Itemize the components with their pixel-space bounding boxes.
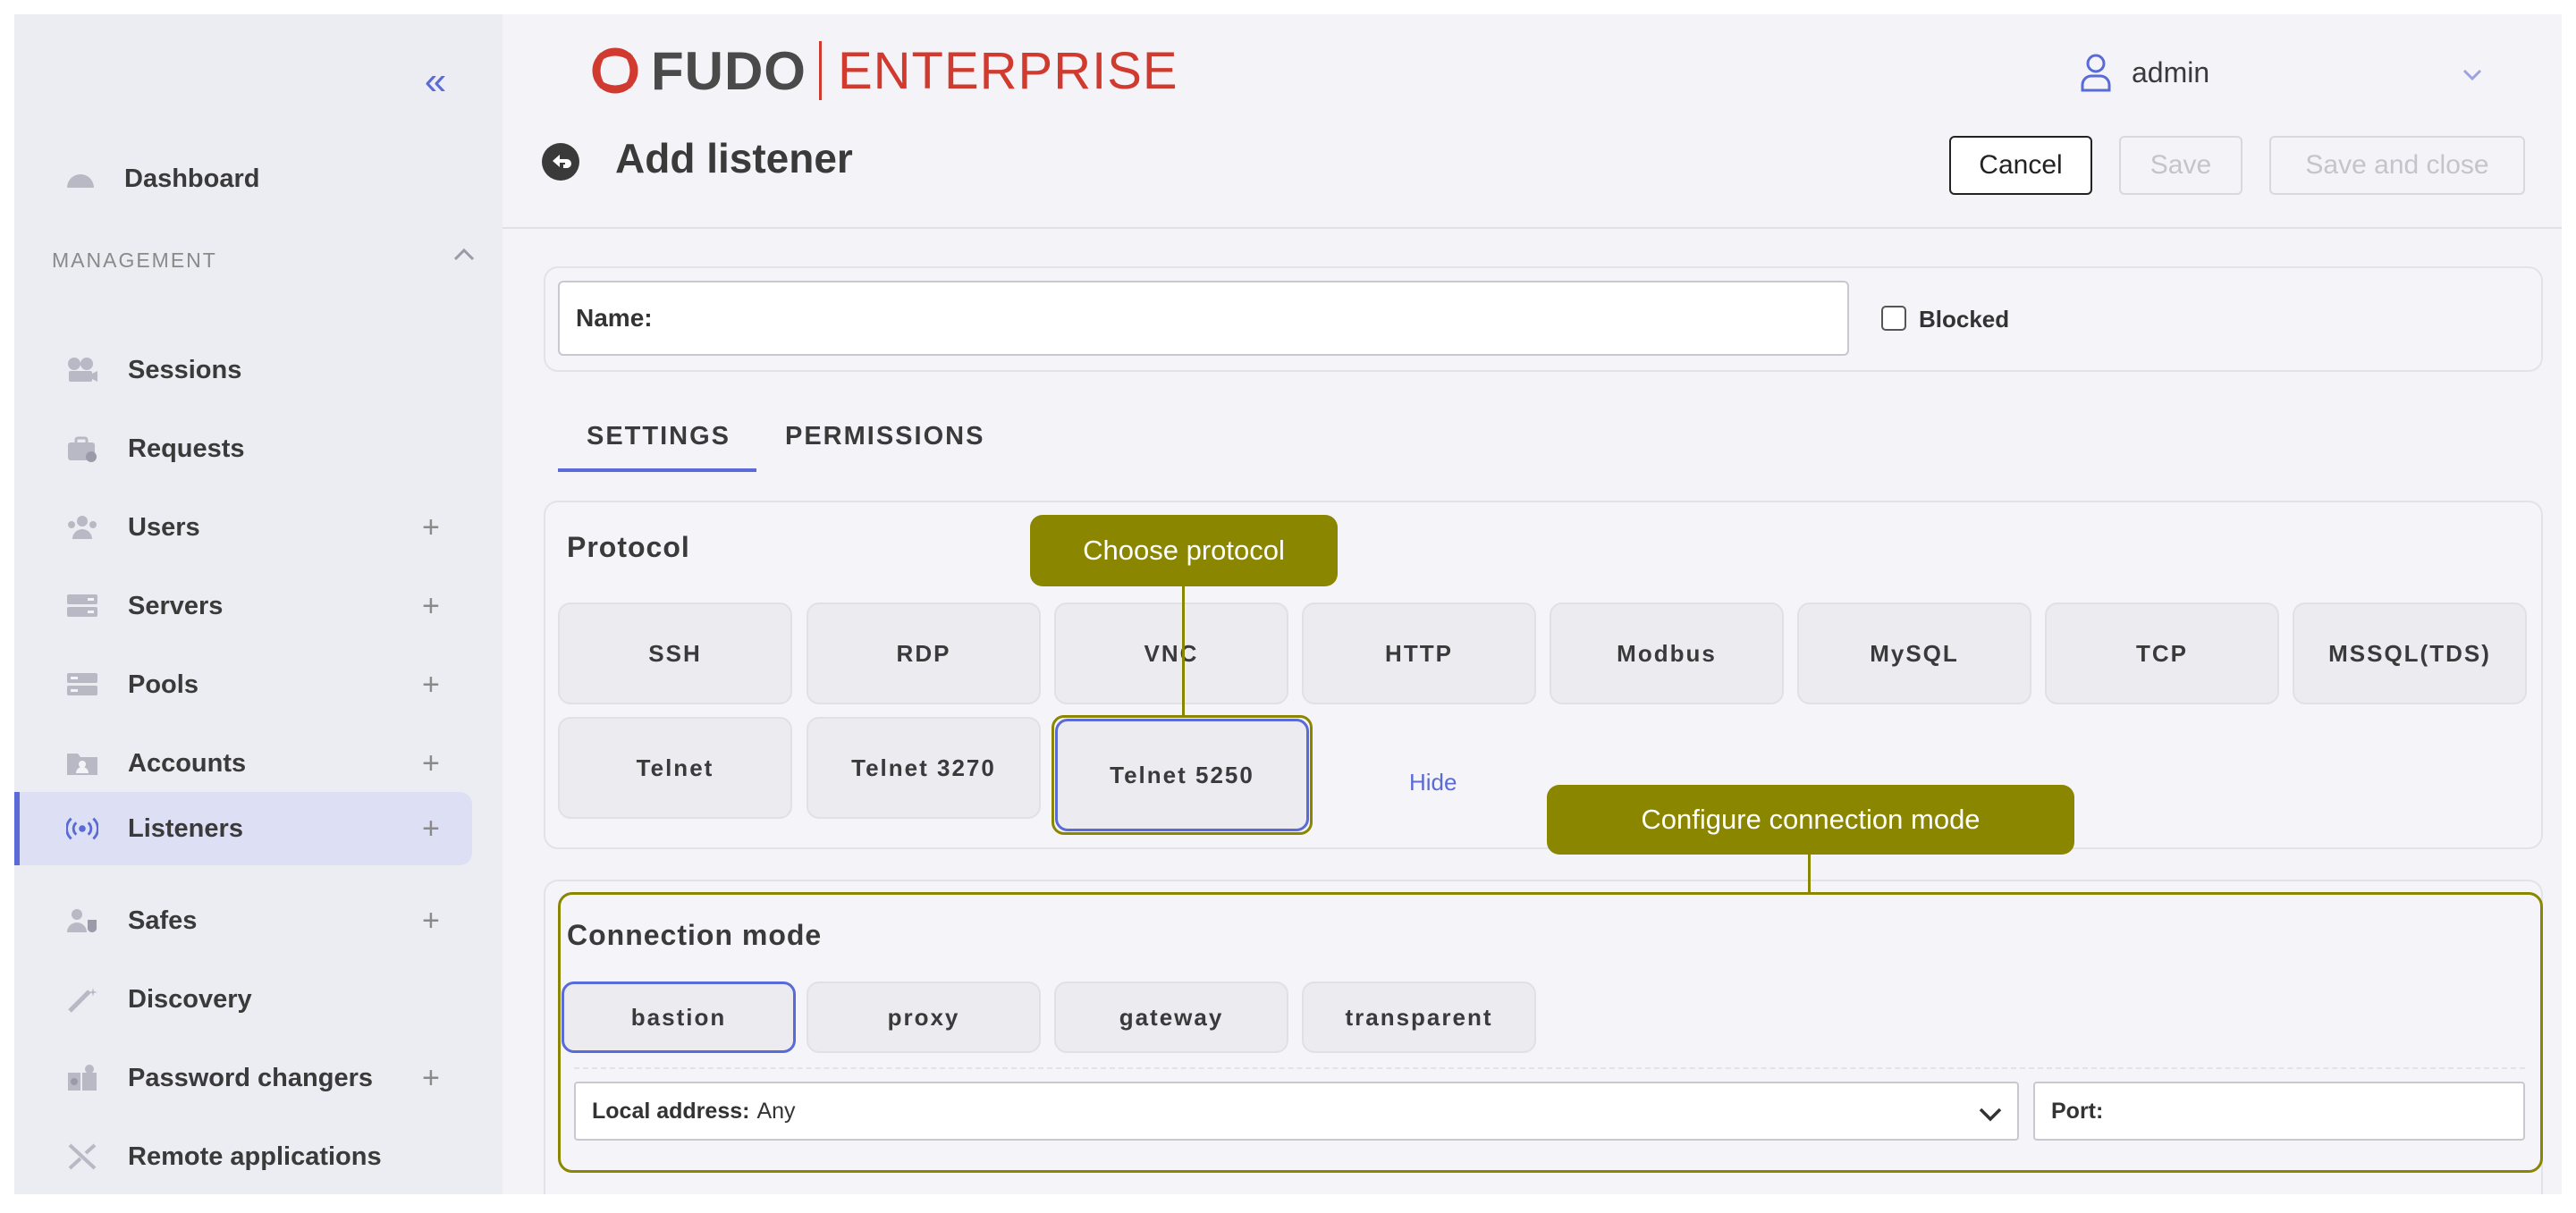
sidebar-item-label: Listeners xyxy=(128,813,243,843)
app-window: « Dashboard MANAGEMENT Sessions Requests… xyxy=(14,14,2562,1194)
add-server-icon[interactable]: + xyxy=(422,591,440,621)
annotation-highlight-connection-mode xyxy=(558,892,2543,1173)
sidebar-item-label: Requests xyxy=(128,434,245,463)
user-menu[interactable]: admin xyxy=(2080,50,2209,95)
back-arrow-icon xyxy=(553,155,571,168)
briefcase-icon xyxy=(66,435,98,462)
sidebar-item-label: Accounts xyxy=(128,748,247,778)
protocol-telnet3270-button[interactable]: Telnet 3270 xyxy=(807,717,1041,819)
logo-fudo-text: FUDO xyxy=(651,40,807,101)
add-pool-icon[interactable]: + xyxy=(422,670,440,700)
puzzle-icon xyxy=(66,1065,98,1091)
protocol-telnet-button[interactable]: Telnet xyxy=(558,717,792,819)
fudo-logo-icon xyxy=(592,47,638,94)
blocked-checkbox[interactable] xyxy=(1881,306,1906,331)
save-button[interactable]: Save xyxy=(2119,136,2242,195)
section-title-management: MANAGEMENT xyxy=(52,248,217,272)
protocol-vnc-button[interactable]: VNC xyxy=(1054,602,1288,704)
sidebar-item-remote-applications[interactable]: Remote applications xyxy=(14,1120,503,1193)
name-label: Name: xyxy=(576,304,653,332)
blocked-label: Blocked xyxy=(1919,306,2010,333)
sidebar-item-requests[interactable]: Requests xyxy=(14,412,503,485)
server-icon xyxy=(66,593,98,619)
dashboard-icon xyxy=(64,165,97,192)
sidebar-item-users[interactable]: Users + xyxy=(14,491,503,564)
broadcast-icon xyxy=(66,815,98,842)
annotation-configure-connection: Configure connection mode xyxy=(1547,785,2074,855)
cancel-button[interactable]: Cancel xyxy=(1949,136,2092,195)
sidebar-item-listeners[interactable]: Listeners + xyxy=(14,792,472,865)
add-account-icon[interactable]: + xyxy=(422,748,440,779)
protocol-mssql-button[interactable]: MSSQL(TDS) xyxy=(2293,602,2527,704)
sidebar-item-label: Servers xyxy=(128,591,224,620)
annotation-leader-line xyxy=(1182,586,1185,717)
annotation-leader-line xyxy=(1808,855,1811,892)
protocol-title: Protocol xyxy=(567,531,690,563)
header-divider xyxy=(503,227,2562,229)
page-title: Add listener xyxy=(615,135,853,181)
hide-link[interactable]: Hide xyxy=(1409,769,1457,796)
fudo-enterprise-logo: FUDO ENTERPRISE xyxy=(587,39,1178,102)
add-listener-icon[interactable]: + xyxy=(422,813,440,844)
sidebar-item-label: Safes xyxy=(128,906,198,935)
add-user-icon[interactable]: + xyxy=(422,512,440,543)
add-password-changer-icon[interactable]: + xyxy=(422,1063,440,1093)
sidebar: « Dashboard MANAGEMENT Sessions Requests… xyxy=(14,14,503,1194)
sidebar-item-label: Pools xyxy=(128,670,198,699)
sidebar-item-label: Users xyxy=(128,512,200,542)
pool-icon xyxy=(66,671,98,698)
sidebar-item-sessions[interactable]: Sessions xyxy=(14,333,503,407)
magic-wand-icon xyxy=(66,986,98,1013)
sessions-icon xyxy=(66,357,98,383)
name-field[interactable]: Name: xyxy=(558,281,1849,356)
sidebar-item-servers[interactable]: Servers + xyxy=(14,569,503,643)
active-tab-indicator xyxy=(558,468,756,472)
sidebar-item-label: Dashboard xyxy=(124,164,260,193)
protocol-http-button[interactable]: HTTP xyxy=(1302,602,1536,704)
sidebar-item-label: Remote applications xyxy=(128,1141,382,1171)
sidebar-item-dashboard[interactable]: Dashboard xyxy=(14,142,503,215)
safe-user-icon xyxy=(66,907,98,934)
annotation-choose-protocol: Choose protocol xyxy=(1030,515,1338,586)
protocol-modbus-button[interactable]: Modbus xyxy=(1550,602,1784,704)
collapse-sidebar-icon[interactable]: « xyxy=(413,59,458,104)
protocol-ssh-button[interactable]: SSH xyxy=(558,602,792,704)
sidebar-item-pools[interactable]: Pools + xyxy=(14,648,503,721)
folder-user-icon xyxy=(66,750,98,777)
sidebar-item-label: Sessions xyxy=(128,355,242,384)
active-indicator xyxy=(14,792,20,865)
logo-separator xyxy=(818,41,822,100)
sidebar-item-password-changers[interactable]: Password changers + xyxy=(14,1041,503,1115)
user-icon xyxy=(2081,54,2111,92)
tab-permissions[interactable]: PERMISSIONS xyxy=(785,422,984,451)
protocol-tcp-button[interactable]: TCP xyxy=(2045,602,2279,704)
protocol-rdp-button[interactable]: RDP xyxy=(807,602,1041,704)
tab-settings[interactable]: SETTINGS xyxy=(587,422,731,451)
sidebar-item-label: Password changers xyxy=(128,1063,373,1092)
annotation-highlight-telnet5250 xyxy=(1052,715,1313,835)
protocol-mysql-button[interactable]: MySQL xyxy=(1797,602,2031,704)
back-button[interactable] xyxy=(542,143,579,181)
save-and-close-button[interactable]: Save and close xyxy=(2269,136,2525,195)
sidebar-item-discovery[interactable]: Discovery xyxy=(14,963,503,1036)
add-safe-icon[interactable]: + xyxy=(422,906,440,936)
remote-app-icon xyxy=(66,1143,98,1170)
sidebar-item-safes[interactable]: Safes + xyxy=(14,884,503,957)
user-name: admin xyxy=(2132,55,2210,88)
sidebar-item-label: Discovery xyxy=(128,984,252,1014)
logo-enterprise-text: ENTERPRISE xyxy=(837,41,1178,100)
sidebar-item-accounts[interactable]: Accounts + xyxy=(14,727,503,800)
chevron-up-icon[interactable] xyxy=(451,241,477,268)
chevron-down-icon[interactable] xyxy=(2459,61,2486,88)
users-icon xyxy=(66,514,98,541)
